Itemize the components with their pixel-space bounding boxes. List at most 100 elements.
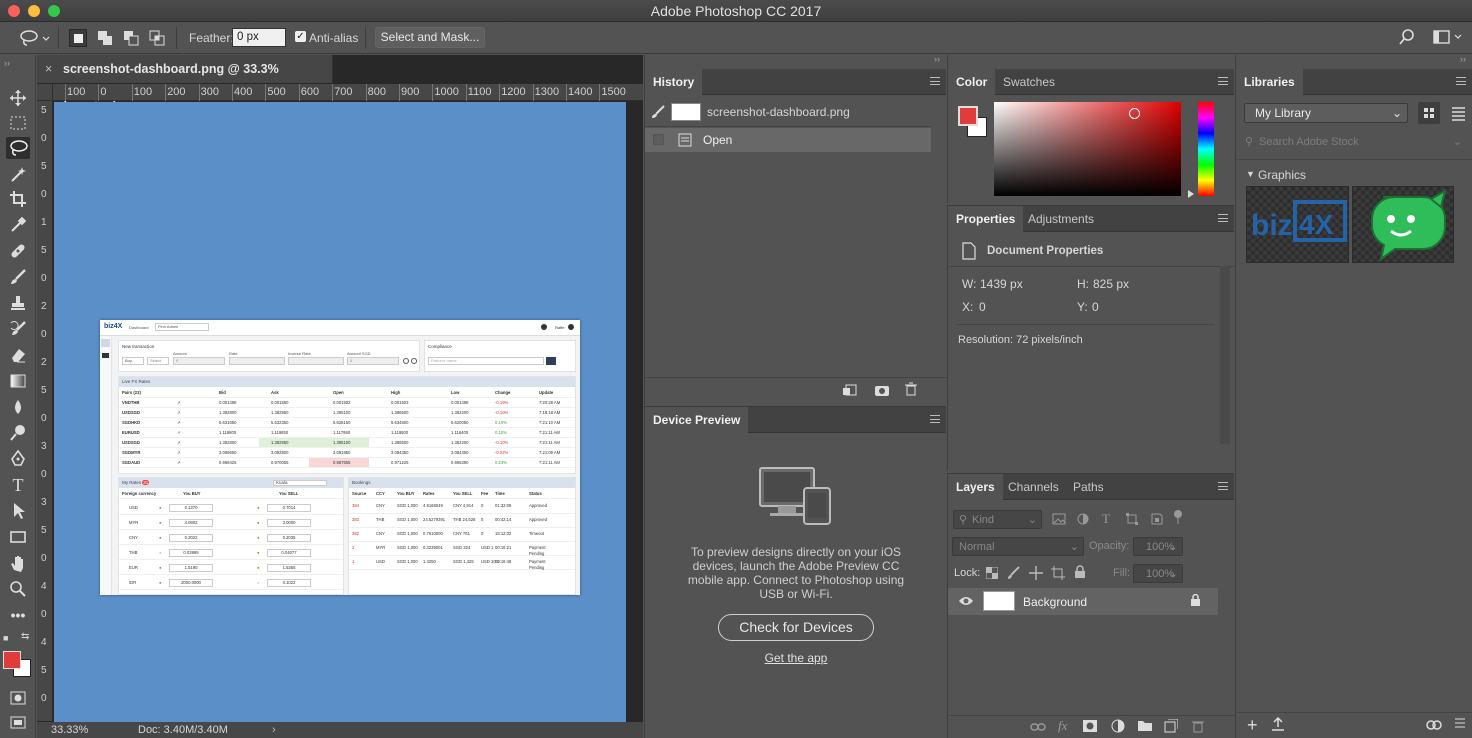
fill-input[interactable]: 100% ⌄ — [1133, 564, 1183, 583]
delete-layer-icon[interactable] — [1192, 719, 1204, 736]
history-snapshot[interactable]: screenshot-dashboard.png — [645, 97, 931, 127]
library-select[interactable]: My Library ⌄ — [1244, 103, 1408, 123]
magic-wand-tool-icon[interactable] — [6, 163, 30, 185]
color-menu-icon[interactable] — [1218, 77, 1228, 85]
collapse-toolbar-icon[interactable]: ›› — [4, 58, 10, 68]
new-layer-icon[interactable] — [1164, 718, 1179, 736]
adjustment-filter-icon[interactable] — [1076, 512, 1090, 529]
kind-filter-select[interactable]: ⚲ Kind ⌄ — [953, 510, 1042, 529]
layer-row-background[interactable]: Background — [948, 588, 1218, 615]
pen-tool-icon[interactable] — [6, 448, 30, 470]
collapse-libraries-icon[interactable]: ›› — [1460, 54, 1466, 64]
stock-search-input[interactable]: ⚲ Search Adobe Stock ⌄ — [1244, 133, 1466, 151]
x-value[interactable]: 0 — [979, 300, 986, 314]
new-document-from-state-icon[interactable] — [842, 383, 858, 400]
lasso-tool-preset-icon[interactable] — [20, 29, 50, 50]
close-tab-icon[interactable]: × — [45, 55, 52, 83]
add-mask-icon[interactable] — [1083, 720, 1097, 735]
default-colors-icon[interactable]: ■ — [3, 633, 8, 643]
workspace-icon[interactable] — [1433, 29, 1465, 48]
eyedropper-tool-icon[interactable] — [6, 214, 30, 236]
canvas[interactable]: biz4X Dashboard Pinn Admin Raffe New tra… — [54, 102, 626, 722]
gradient-tool-icon[interactable] — [6, 370, 30, 392]
properties-scrollbar[interactable] — [1220, 266, 1230, 444]
shape-filter-icon[interactable] — [1125, 512, 1139, 529]
layers-menu-icon[interactable] — [1218, 482, 1228, 490]
doc-size[interactable]: Doc: 3.40M/3.40M — [138, 722, 228, 738]
hue-slider[interactable] — [1198, 102, 1214, 196]
filter-toggle[interactable] — [1174, 510, 1182, 524]
trash-icon[interactable] — [904, 382, 918, 399]
layer-name[interactable]: Background — [1023, 595, 1087, 609]
new-selection-icon[interactable] — [69, 29, 87, 47]
screen-mode-icon[interactable] — [6, 711, 30, 733]
graphic-chat-bot[interactable] — [1352, 186, 1454, 263]
tab-libraries[interactable]: Libraries — [1236, 69, 1303, 95]
tab-adjustments[interactable]: Adjustments — [1020, 206, 1102, 232]
healing-brush-tool-icon[interactable] — [6, 240, 30, 262]
history-menu-icon[interactable] — [930, 77, 940, 85]
lock-transparent-icon[interactable] — [985, 566, 999, 582]
tab-swatches[interactable]: Swatches — [995, 69, 1063, 95]
eraser-tool-icon[interactable] — [6, 344, 30, 366]
path-selection-tool-icon[interactable] — [6, 500, 30, 522]
type-filter-icon[interactable]: T — [1102, 511, 1110, 527]
clone-stamp-tool-icon[interactable] — [6, 292, 30, 314]
more-tools-icon[interactable]: ••• — [6, 604, 30, 626]
zoom-tool-icon[interactable] — [6, 578, 30, 600]
history-brush-tool-icon[interactable] — [6, 318, 30, 340]
list-view-icon[interactable] — [1447, 102, 1469, 127]
lock-image-icon[interactable] — [1007, 566, 1021, 583]
lock-all-icon[interactable] — [1074, 565, 1086, 582]
properties-menu-icon[interactable] — [1218, 214, 1228, 222]
upload-icon[interactable] — [1271, 716, 1285, 734]
quick-mask-icon[interactable] — [6, 687, 30, 709]
dodge-tool-icon[interactable] — [6, 422, 30, 444]
status-arrow-icon[interactable]: › — [272, 722, 276, 738]
zoom-level[interactable]: 33.33% — [51, 722, 88, 738]
add-to-selection-icon[interactable] — [96, 29, 114, 47]
camera-icon[interactable] — [874, 383, 890, 400]
tab-paths[interactable]: Paths — [1065, 474, 1112, 500]
search-icon[interactable] — [1398, 28, 1416, 49]
blend-mode-select[interactable]: Normal ⌄ — [952, 537, 1084, 556]
height-value[interactable]: 825 px — [1093, 277, 1129, 291]
graphics-disclosure-icon[interactable]: ▼ — [1246, 169, 1255, 179]
adjustment-layer-icon[interactable] — [1111, 719, 1125, 736]
move-tool-icon[interactable] — [6, 87, 30, 109]
color-field[interactable] — [994, 102, 1181, 196]
add-to-library-icon[interactable]: + — [1247, 716, 1258, 734]
tab-history[interactable]: History — [645, 69, 703, 95]
grid-view-icon[interactable] — [1418, 102, 1440, 124]
lasso-tool-icon[interactable] — [6, 137, 30, 159]
tab-properties[interactable]: Properties — [948, 206, 1024, 232]
history-brush-source-icon[interactable] — [651, 105, 665, 122]
ruler-origin[interactable] — [37, 84, 53, 101]
device-preview-menu-icon[interactable] — [930, 415, 940, 423]
opacity-input[interactable]: 100% ⌄ — [1133, 537, 1183, 556]
lock-position-icon[interactable] — [1029, 566, 1043, 583]
feather-input[interactable]: 0 px — [232, 28, 286, 47]
hand-tool-icon[interactable] — [6, 552, 30, 574]
new-group-icon[interactable] — [1137, 719, 1153, 734]
libraries-menu-icon[interactable] — [1456, 77, 1466, 85]
brush-tool-icon[interactable] — [6, 266, 30, 288]
pixel-filter-icon[interactable] — [1052, 513, 1066, 528]
document-tab[interactable]: × screenshot-dashboard.png @ 33.3% (RGB/… — [37, 55, 333, 104]
tab-layers[interactable]: Layers — [948, 474, 1003, 500]
visibility-eye-icon[interactable] — [958, 595, 974, 610]
crop-tool-icon[interactable] — [6, 188, 30, 210]
type-tool-icon[interactable]: T — [6, 474, 30, 496]
get-the-app-link[interactable]: Get the app — [645, 651, 947, 665]
antialias-checkbox[interactable]: ✓ — [295, 31, 306, 42]
smart-object-filter-icon[interactable] — [1150, 512, 1164, 529]
select-and-mask-button[interactable]: Select and Mask... — [375, 27, 485, 48]
link-layers-icon[interactable] — [1030, 721, 1046, 736]
graphic-biz4x-logo[interactable]: biz 4X — [1246, 186, 1349, 263]
collapse-icon[interactable]: ›› — [934, 54, 940, 64]
check-for-devices-button[interactable]: Check for Devices — [718, 614, 874, 641]
swap-colors-icon[interactable]: ⇆ — [21, 631, 29, 642]
creative-cloud-icon[interactable] — [1426, 719, 1442, 734]
tab-device-preview[interactable]: Device Preview — [645, 407, 749, 433]
width-value[interactable]: 1439 px — [980, 277, 1023, 291]
